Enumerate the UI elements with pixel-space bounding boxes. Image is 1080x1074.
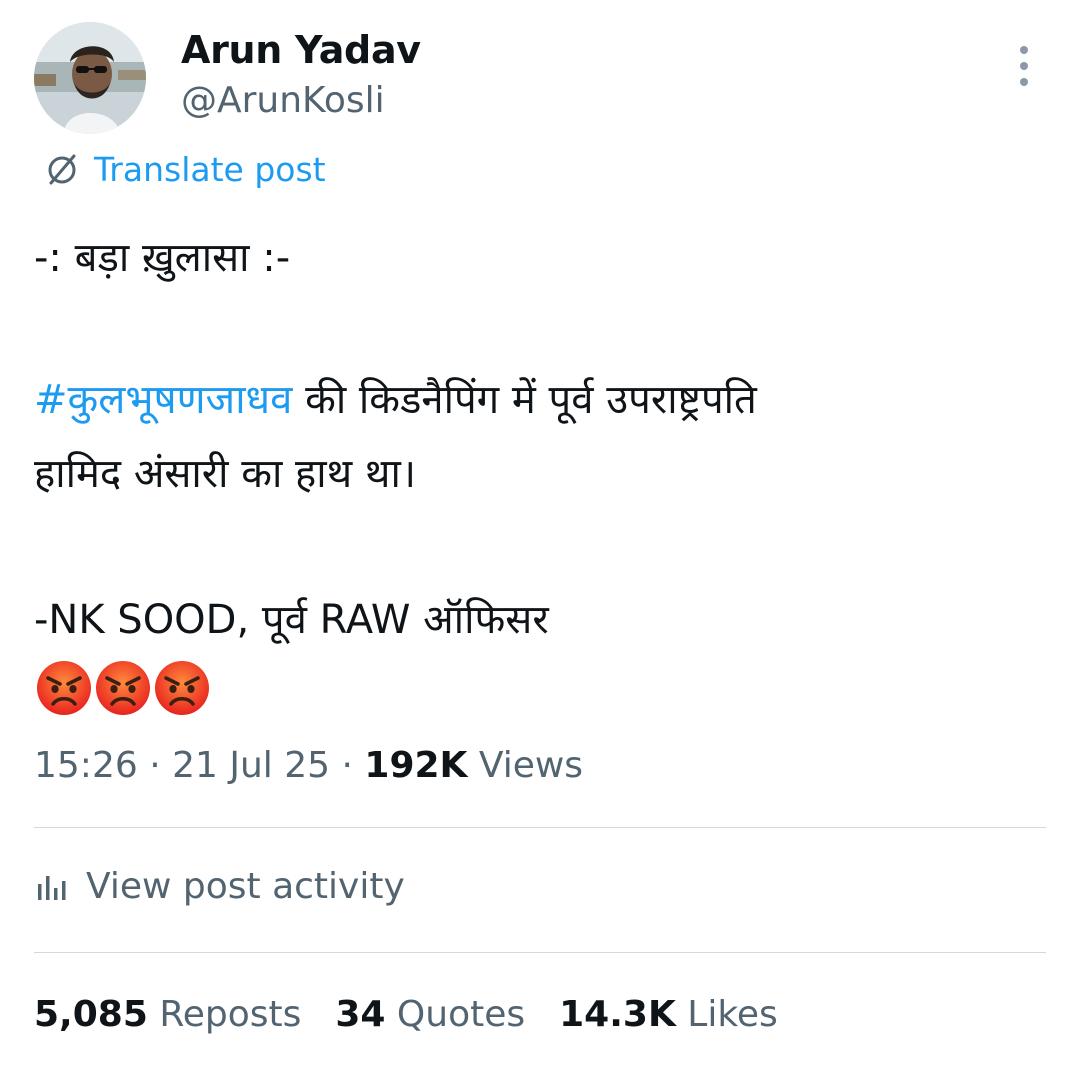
analytics-bars-icon [38,875,66,900]
quotes-stat[interactable]: 34 Quotes [335,994,525,1035]
reposts-label: Reposts [147,994,302,1035]
engagement-stats: 5,085 Reposts 34 Quotes 14.3K Likes [34,994,812,1035]
post-text-line-4: -NK SOOD, पूर्व RAW ऑफिसर [34,597,549,643]
views-count: 192K [364,745,468,786]
reposts-count: 5,085 [34,994,148,1035]
globe-icon [48,154,76,184]
profile-photo-icon [34,22,146,134]
likes-label: Likes [675,994,778,1035]
post-text-line-2: #कुलभूषणजाधव की किडनैपिंग में पूर्व उपरा… [34,370,757,425]
post-text-line-3: हामिद अंसारी का हाथ था। [34,451,416,497]
post-date[interactable]: 21 Jul 25 [172,745,330,786]
post-text-line-2-rest: की किडनैपिंग में पूर्व उपराष्ट्रपति [292,377,757,423]
tweet-detail: Arun Yadav @ArunKosli Translate post -: … [0,0,1080,1074]
meta-separator: · [330,745,365,786]
post-time[interactable]: 15:26 [34,745,138,786]
likes-stat[interactable]: 14.3K Likes [559,994,778,1035]
angry-face-icon [155,661,209,715]
divider [34,827,1046,828]
quotes-label: Quotes [385,994,526,1035]
post-meta: 15:26 · 21 Jul 25 · 192K Views [34,745,583,786]
hashtag-link[interactable]: #कुलभूषणजाधव [34,377,292,423]
author-display-name[interactable]: Arun Yadav [181,28,421,72]
likes-count: 14.3K [559,994,676,1035]
views-label: Views [467,745,584,786]
vertical-ellipsis-icon [1020,46,1028,54]
angry-face-icon [96,661,150,715]
quotes-count: 34 [335,994,386,1035]
translate-post-button[interactable]: Translate post [44,150,326,189]
ellipsis-dot [1020,62,1028,70]
emoji-row [36,660,213,716]
meta-separator: · [137,745,173,786]
translate-post-label: Translate post [94,150,326,189]
more-options-button[interactable] [1006,46,1042,86]
reposts-stat[interactable]: 5,085 Reposts [34,994,301,1035]
post-text-line-1: -: बड़ा ख़ुलासा :- [34,235,291,281]
view-post-activity-button[interactable]: View post activity [36,866,405,907]
divider [34,952,1046,953]
angry-face-icon [37,661,91,715]
ellipsis-dot [1020,78,1028,86]
view-post-activity-label: View post activity [86,866,405,907]
author-handle[interactable]: @ArunKosli [181,80,385,121]
avatar[interactable] [34,22,146,134]
